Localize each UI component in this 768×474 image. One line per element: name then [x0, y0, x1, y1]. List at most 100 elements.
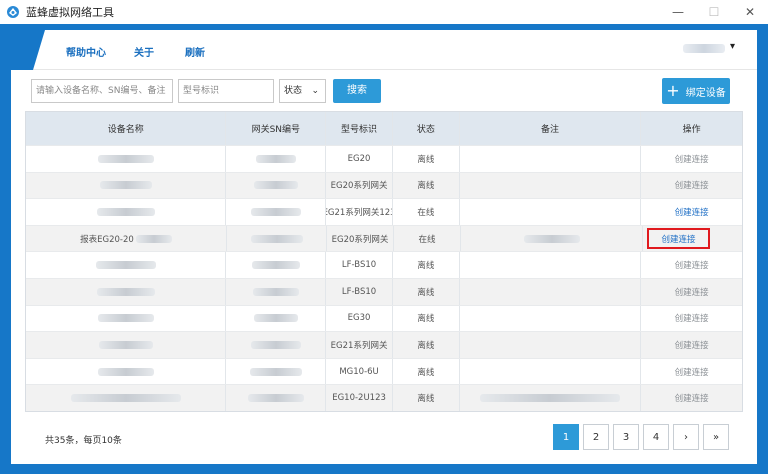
cell-device-name	[26, 332, 227, 358]
cell-status: 离线	[393, 252, 460, 278]
search-button[interactable]: 搜索	[333, 79, 381, 103]
device-search-input[interactable]: 请输入设备名称、SN编号、备注	[31, 79, 173, 103]
cell-status: 离线	[393, 278, 460, 305]
model-input[interactable]: 型号标识	[178, 79, 274, 103]
bind-device-label: 绑定设备	[685, 87, 726, 99]
create-connection-link[interactable]: 创建连接	[675, 339, 709, 351]
page-3-button[interactable]: 3	[613, 424, 639, 450]
cell-remark	[460, 358, 642, 385]
create-connection-link[interactable]: 创建连接	[675, 392, 709, 404]
cell-model: EG20系列网关	[327, 225, 394, 252]
cell-remark	[461, 225, 643, 252]
create-connection-link[interactable]: 创建连接	[675, 286, 709, 298]
cell-sn	[226, 332, 327, 358]
close-button[interactable]: ✕	[732, 0, 768, 24]
header-model: 型号标识	[326, 112, 393, 145]
page-4-button[interactable]: 4	[643, 424, 669, 450]
cell-status: 离线	[393, 305, 460, 332]
cell-model: MG10-6U	[326, 358, 393, 385]
device-table: 设备名称 网关SN编号 型号标识 状态 备注 操作 EG20 离线 创建连接 EG20…	[25, 111, 743, 412]
create-connection-link[interactable]: 创建连接	[675, 153, 709, 165]
create-connection-link[interactable]: 创建连接	[675, 206, 709, 218]
cell-remark	[460, 305, 642, 332]
title-bar: 蓝蜂虚拟网络工具 — ☐ ✕	[0, 0, 768, 24]
table-row: MG10-6U 离线 创建连接	[26, 357, 742, 385]
bee-logo-icon	[7, 6, 19, 18]
cell-model: EG10-2U123	[326, 385, 393, 411]
redacted-text	[97, 314, 154, 323]
cell-status: 离线	[393, 172, 460, 199]
cell-action: 创建连接	[641, 332, 742, 358]
table-header: 设备名称 网关SN编号 型号标识 状态 备注 操作	[26, 112, 742, 145]
table-row: EG21系列网关123 在线 创建连接	[26, 198, 742, 225]
minimize-button[interactable]: —	[660, 0, 696, 24]
total-count: 共35条，每页10条	[45, 436, 122, 446]
bind-device-button[interactable]: + 绑定设备	[662, 78, 730, 104]
highlighted-action-cell: 创建连接	[647, 227, 710, 250]
next-page-button[interactable]: ›	[673, 424, 699, 450]
header-remark: 备注	[460, 112, 642, 145]
page-2-button[interactable]: 2	[583, 424, 609, 450]
redacted-text	[98, 340, 153, 349]
header-status: 状态	[393, 112, 460, 145]
cell-device-name	[26, 358, 227, 385]
cell-model: LF-BS10	[326, 252, 393, 278]
cell-device-name	[26, 305, 227, 332]
menu-help[interactable]: 帮助中心	[66, 44, 106, 59]
redacted-text	[247, 394, 304, 403]
user-account[interactable]	[683, 44, 725, 53]
table-row: EG10-2U123 离线 创建连接	[26, 384, 742, 411]
user-caret-icon[interactable]: ▾	[730, 41, 735, 52]
cell-sn	[226, 278, 327, 305]
table-row: EG20系列网关 离线 创建连接	[26, 171, 742, 199]
table-row: 报表EG20-20 EG20系列网关 在线 创建连接	[26, 224, 742, 252]
cell-sn	[227, 225, 327, 252]
create-connection-link[interactable]: 创建连接	[675, 259, 709, 271]
cell-device-name: 报表EG20-20	[26, 225, 227, 252]
create-connection-link[interactable]: 创建连接	[661, 233, 695, 245]
cell-remark	[460, 146, 642, 172]
redacted-text	[523, 234, 580, 243]
create-connection-link[interactable]: 创建连接	[675, 179, 709, 191]
table-row: LF-BS10 离线 创建连接	[26, 251, 742, 278]
maximize-button[interactable]: ☐	[696, 0, 732, 24]
cell-status: 离线	[393, 146, 460, 172]
create-connection-link[interactable]: 创建连接	[675, 312, 709, 324]
cell-device-name	[26, 385, 227, 411]
menu-about[interactable]: 关于	[134, 44, 154, 59]
cell-status: 离线	[393, 332, 460, 358]
header-device-name: 设备名称	[26, 112, 227, 145]
create-connection-link[interactable]: 创建连接	[675, 366, 709, 378]
redacted-text	[135, 234, 172, 243]
redacted-text	[97, 367, 154, 376]
table-row: EG20 离线 创建连接	[26, 145, 742, 172]
status-select[interactable]: 状态 ⌄	[279, 79, 326, 103]
page-1-button[interactable]: 1	[553, 424, 579, 450]
redacted-text	[250, 234, 303, 243]
redacted-text	[99, 181, 152, 190]
cell-sn	[226, 146, 327, 172]
redacted-text	[95, 261, 156, 270]
header-action: 操作	[682, 125, 701, 135]
cell-action: 创建连接	[641, 146, 742, 172]
cell-device-name	[26, 252, 227, 278]
cell-action: 创建连接	[641, 252, 742, 278]
cell-status: 在线	[394, 225, 461, 252]
cell-action: 创建连接	[641, 359, 742, 385]
redacted-text	[250, 207, 301, 216]
redacted-text	[70, 394, 181, 403]
table-row: EG30 离线 创建连接	[26, 304, 742, 332]
menu-refresh[interactable]: 刷新	[185, 44, 205, 59]
cell-remark	[460, 278, 642, 305]
table-row: EG21系列网关 离线 创建连接	[26, 331, 742, 358]
cell-remark	[460, 332, 642, 358]
cell-remark	[460, 385, 642, 411]
cell-model: EG21系列网关123	[326, 199, 393, 225]
cell-device-name	[26, 199, 227, 225]
last-page-button[interactable]: »	[703, 424, 729, 450]
cell-device-name	[26, 146, 227, 172]
redacted-text	[253, 181, 298, 190]
cell-remark	[460, 252, 642, 278]
cell-model: EG21系列网关	[326, 332, 393, 358]
cell-device-name	[26, 172, 227, 199]
